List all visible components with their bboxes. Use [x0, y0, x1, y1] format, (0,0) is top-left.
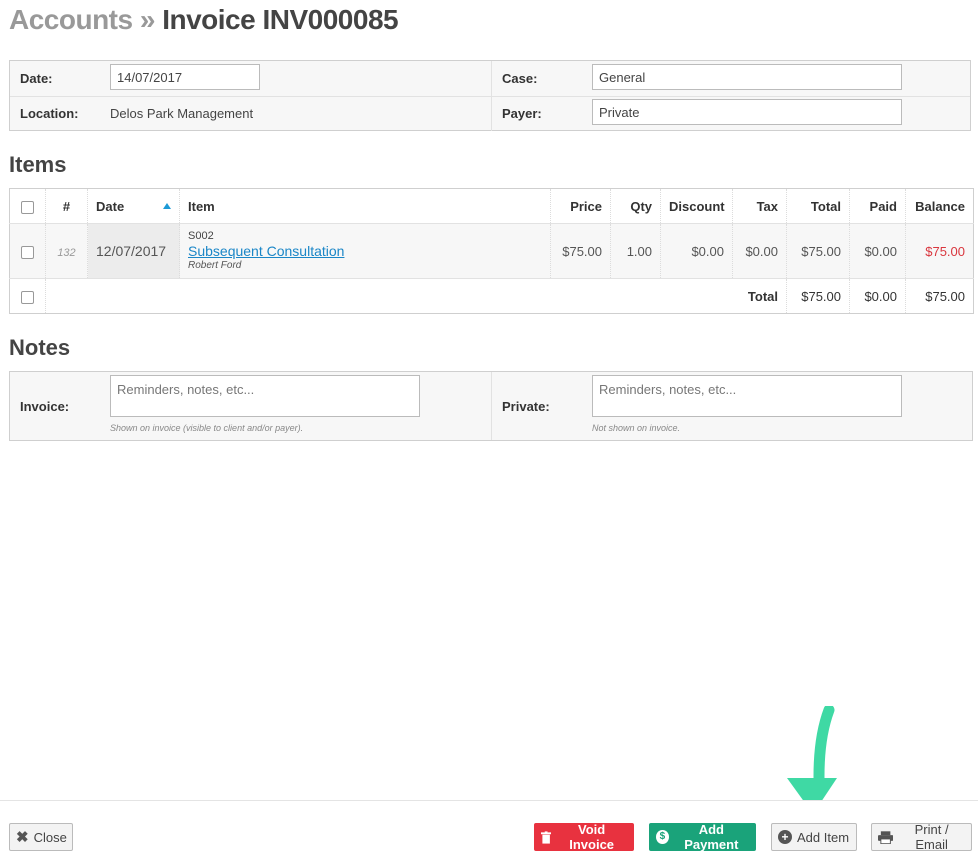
row-total: $75.00 [786, 223, 850, 279]
item-link[interactable]: Subsequent Consultation [188, 243, 344, 259]
col-total[interactable]: Total [786, 188, 850, 224]
print-email-label: Print / Email [914, 822, 949, 852]
location-label: Location: [20, 106, 79, 121]
table-row[interactable]: 132 12/07/2017 S002 Subsequent Consultat… [9, 223, 974, 279]
invoice-details-panel: Date: 14/07/2017 Case: General Location:… [9, 60, 971, 131]
row-date: 12/07/2017 [87, 223, 180, 279]
case-group: Case: General [491, 61, 973, 96]
printer-icon [878, 830, 894, 844]
notes-panel: Invoice: Reminders, notes, etc... Shown … [9, 371, 973, 441]
col-qty[interactable]: Qty [610, 188, 661, 224]
col-balance[interactable]: Balance [905, 188, 974, 224]
dollar-icon: $ [656, 830, 669, 844]
add-payment-button[interactable]: $ Add Payment [649, 822, 756, 852]
trash-icon [541, 830, 552, 844]
row-tax: $0.00 [732, 223, 787, 279]
invoice-title: Invoice INV000085 [162, 4, 399, 35]
void-invoice-button[interactable]: Void Invoice [534, 822, 634, 852]
payer-group: Payer: Private [491, 96, 973, 131]
totals-spacer [45, 278, 733, 314]
col-paid[interactable]: Paid [849, 188, 906, 224]
date-field[interactable]: 14/07/2017 [110, 64, 260, 90]
items-heading: Items [9, 152, 67, 177]
add-item-label: Add Item [797, 829, 850, 845]
col-number[interactable]: # [45, 188, 88, 224]
void-invoice-label: Void Invoice [569, 822, 615, 852]
row-checkbox[interactable] [21, 245, 34, 259]
items-header-row: # Date Item Price Qty Discount Tax Total… [9, 188, 974, 224]
print-email-button[interactable]: Print / Email [871, 822, 972, 852]
private-notes-textarea[interactable]: Reminders, notes, etc... [592, 375, 902, 417]
sort-ascending-icon [163, 202, 171, 209]
details-row-1: Date: 14/07/2017 Case: General [10, 61, 970, 97]
row-paid: $0.00 [849, 223, 906, 279]
totals-total: $75.00 [786, 278, 850, 314]
totals-balance: $75.00 [905, 278, 974, 314]
case-label: Case: [502, 71, 538, 86]
private-notes-label: Private: [502, 399, 550, 414]
col-price[interactable]: Price [550, 188, 611, 224]
close-button[interactable]: ✖ Close [9, 823, 73, 851]
select-all-checkbox[interactable] [21, 200, 34, 214]
totals-row: Total $75.00 $0.00 $75.00 [9, 278, 974, 314]
breadcrumb-accounts[interactable]: Accounts [9, 4, 133, 35]
payer-field[interactable]: Private [592, 99, 902, 125]
item-practitioner: Robert Ford [188, 259, 242, 271]
plus-circle-icon: + [778, 830, 792, 844]
invoice-notes-textarea[interactable]: Reminders, notes, etc... [110, 375, 420, 417]
add-payment-label: Add Payment [684, 822, 739, 852]
invoice-notes-hint: Shown on invoice (visible to client and/… [110, 423, 304, 433]
add-item-button[interactable]: + Add Item [771, 823, 857, 851]
location-value: Delos Park Management [110, 106, 254, 121]
item-code: S002 [188, 229, 214, 242]
date-group: Date: 14/07/2017 [10, 61, 491, 96]
row-discount: $0.00 [660, 223, 733, 279]
row-number: 132 [57, 246, 76, 259]
row-price: $75.00 [550, 223, 611, 279]
col-date-label: Date [96, 198, 125, 214]
footer-toolbar: ✖ Close Void Invoice $ Add Payment + Add… [0, 800, 978, 858]
row-balance: $75.00 [905, 223, 974, 279]
location-group: Location: Delos Park Management [10, 96, 491, 131]
totals-checkbox[interactable] [21, 290, 34, 304]
col-item[interactable]: Item [179, 188, 551, 224]
totals-paid: $0.00 [849, 278, 906, 314]
close-icon: ✖ [16, 829, 29, 846]
col-date[interactable]: Date [87, 188, 180, 224]
row-item-cell: S002 Subsequent Consultation Robert Ford [179, 223, 551, 279]
private-notes-group: Private: Reminders, notes, etc... Not sh… [491, 372, 973, 440]
col-discount[interactable]: Discount [660, 188, 733, 224]
select-all-checkbox-cell [9, 188, 46, 224]
private-notes-hint: Not shown on invoice. [592, 423, 681, 433]
invoice-notes-label: Invoice: [20, 399, 70, 414]
page-title: Accounts » Invoice INV000085 [9, 4, 399, 36]
totals-checkbox-cell [9, 278, 46, 314]
items-table: # Date Item Price Qty Discount Tax Total… [9, 188, 974, 314]
case-field[interactable]: General [592, 64, 902, 90]
close-button-label: Close [33, 829, 67, 845]
details-row-2: Location: Delos Park Management Payer: P… [10, 96, 970, 131]
invoice-notes-group: Invoice: Reminders, notes, etc... Shown … [10, 372, 491, 440]
payer-label: Payer: [502, 106, 542, 121]
row-qty: 1.00 [610, 223, 661, 279]
totals-label: Total [732, 278, 787, 314]
notes-heading: Notes [9, 335, 71, 360]
breadcrumb-separator: » [139, 4, 156, 35]
date-label: Date: [20, 71, 53, 86]
row-checkbox-cell [9, 223, 46, 279]
col-tax[interactable]: Tax [732, 188, 787, 224]
